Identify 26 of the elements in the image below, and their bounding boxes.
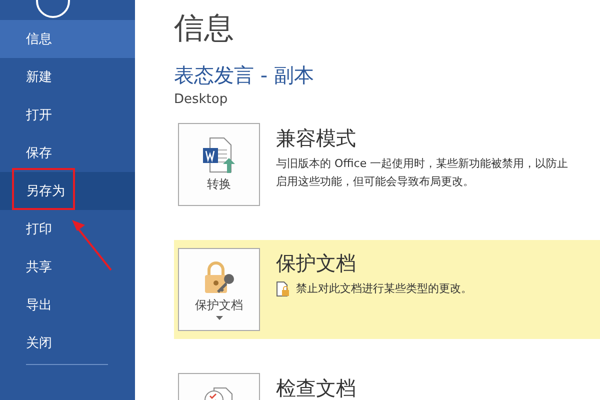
sidebar-item[interactable]: 共享 bbox=[0, 248, 135, 286]
sidebar-item[interactable]: 打开 bbox=[0, 96, 135, 134]
section-description: 禁止对此文档进行某些类型的更改。 bbox=[296, 281, 472, 297]
action-button[interactable]: 转换 bbox=[178, 123, 260, 206]
section-description: 启用这些功能，但可能会导致布局更改。 bbox=[276, 174, 474, 190]
document-location: Desktop bbox=[174, 92, 229, 107]
sidebar-item[interactable]: 另存为 bbox=[0, 172, 135, 210]
action-button[interactable]: 保护文档 bbox=[178, 248, 260, 331]
document-title: 表态发言 - 副本 bbox=[174, 62, 315, 88]
sidebar-item[interactable]: 关闭 bbox=[0, 324, 135, 362]
sidebar-item[interactable]: 新建 bbox=[0, 58, 135, 96]
document-lock-icon bbox=[276, 281, 290, 297]
annotation-arrow bbox=[70, 218, 114, 272]
sidebar-item[interactable]: 保存 bbox=[0, 134, 135, 172]
section-title: 兼容模式 bbox=[276, 125, 357, 151]
caret-icon bbox=[216, 316, 222, 320]
sidebar-item[interactable]: 打印 bbox=[0, 210, 135, 248]
sidebar-item[interactable]: 信息 bbox=[0, 20, 135, 58]
section-title: 检查文档 bbox=[276, 375, 356, 400]
section-title: 保护文档 bbox=[276, 250, 357, 276]
page-title: 信息 bbox=[174, 10, 235, 48]
sidebar-item[interactable]: 导出 bbox=[0, 286, 135, 324]
word-document-icon bbox=[202, 136, 236, 174]
lock-key-icon bbox=[202, 261, 236, 295]
section-description: 与旧版本的 Office 一起使用时，某些新功能被禁用，以防止 bbox=[276, 156, 568, 172]
highlight-annotation-box bbox=[12, 168, 75, 210]
